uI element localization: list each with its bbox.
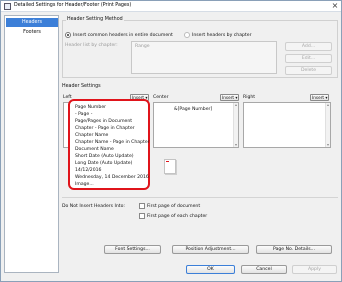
font-settings-button[interactable]: Font Settings...: [104, 245, 161, 254]
close-button[interactable]: ×: [330, 2, 340, 11]
menu-item-page-number[interactable]: Page Number: [75, 105, 106, 110]
menu-item-date-long-value[interactable]: Wednesday, 14 December 2016: [75, 175, 149, 180]
title-bar: Detailed Settings for Header/Footer (Pri…: [1, 1, 341, 12]
right-insert-button[interactable]: Insert ▾: [310, 94, 330, 101]
center-text-value: &[Page Number]: [174, 107, 213, 112]
right-label: Right: [243, 95, 256, 100]
dialog-window: Detailed Settings for Header/Footer (Pri…: [0, 0, 342, 282]
menu-item-chapter-page[interactable]: Chapter - Page in Chapter: [75, 126, 135, 131]
radio-common-label: Insert common headers in entire document: [73, 33, 173, 38]
chapter-list-header: Range: [135, 44, 150, 49]
delete-button[interactable]: Delete: [285, 66, 332, 75]
position-adjustment-button[interactable]: Position Adjustment...: [172, 245, 249, 254]
menu-item-date-short-value[interactable]: 14/12/2016: [75, 168, 101, 173]
menu-item-image[interactable]: Image...: [75, 182, 94, 187]
cancel-button[interactable]: Cancel: [241, 265, 287, 274]
window-title: Detailed Settings for Header/Footer (Pri…: [14, 3, 132, 8]
apply-button[interactable]: Apply: [292, 265, 337, 274]
not-insert-label: Do Not Insert Headers Into:: [62, 204, 125, 209]
center-label: Center: [153, 95, 169, 100]
nav-item-headers[interactable]: Headers: [6, 18, 58, 27]
center-textbox[interactable]: &[Page Number]: [153, 102, 239, 148]
edit-button[interactable]: Edit...: [285, 54, 332, 63]
separator: [62, 197, 338, 198]
radio-by-chapter-label: Insert headers by chapter: [192, 33, 252, 38]
menu-item-document-name[interactable]: Document Name: [75, 147, 114, 152]
first-chapter-checkbox[interactable]: [139, 213, 145, 219]
menu-item-short-date[interactable]: Short Date (Auto Update): [75, 154, 134, 159]
center-insert-button[interactable]: Insert ▾: [220, 94, 240, 101]
radio-common[interactable]: [65, 32, 71, 38]
center-scrollbar[interactable]: [233, 103, 238, 147]
first-doc-checkbox[interactable]: [139, 203, 145, 209]
category-list: Headers Footers: [4, 15, 59, 273]
chapter-list-label: Header list by chapter:: [65, 43, 118, 48]
menu-item-chapter-name-page[interactable]: Chapter Name - Page in Chapter: [75, 140, 150, 145]
first-chapter-label: First page of each chapter: [147, 214, 208, 219]
header-settings-label: Header Settings: [62, 84, 101, 89]
page-no-details-button[interactable]: Page No. Details...: [256, 245, 332, 254]
right-scrollbar[interactable]: [325, 103, 330, 147]
chapter-list: Range: [131, 41, 277, 74]
radio-by-chapter[interactable]: [184, 32, 190, 38]
method-group-label: Header Setting Method: [66, 17, 124, 22]
first-doc-label: First page of document: [147, 204, 201, 209]
menu-item-page-pages[interactable]: Page/Pages in Document: [75, 119, 132, 124]
ok-button[interactable]: OK: [186, 265, 235, 274]
right-textbox[interactable]: [243, 102, 331, 148]
header-preview-thumbnail: [164, 159, 176, 174]
add-button[interactable]: Add...: [285, 42, 332, 51]
menu-item-chapter-name[interactable]: Chapter Name: [75, 133, 108, 138]
insert-menu: Page Number - Page - Page/Pages in Docum…: [68, 99, 150, 190]
app-icon: [4, 3, 11, 10]
menu-item-dash-page[interactable]: - Page -: [75, 112, 92, 117]
nav-item-footers[interactable]: Footers: [6, 28, 58, 37]
menu-item-long-date[interactable]: Long Date (Auto Update): [75, 161, 132, 166]
